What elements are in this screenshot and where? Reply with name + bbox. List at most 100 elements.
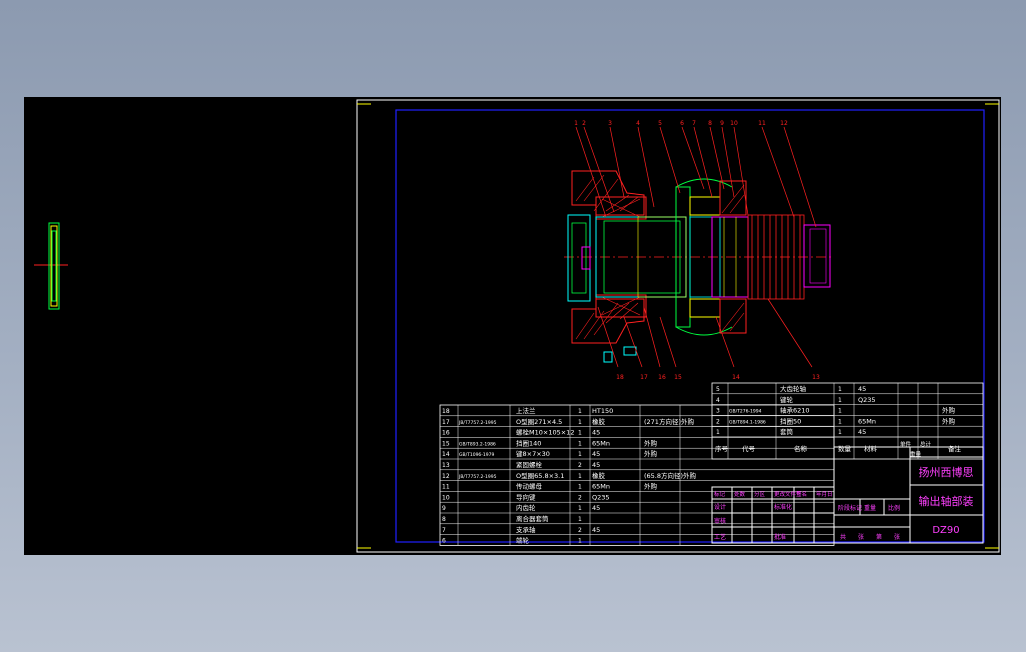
design-cell: 标准化 bbox=[774, 503, 792, 511]
bom-row-code: JB/T7757.2-1995 bbox=[458, 474, 497, 480]
callout-number: 9 bbox=[720, 120, 724, 127]
bom-row-no: 3 bbox=[716, 408, 720, 415]
stage-cell: 重量 bbox=[864, 504, 876, 512]
revision-cell: 分区 bbox=[754, 490, 766, 498]
bom-row-qty: 1 bbox=[838, 386, 842, 393]
bom-row-qty: 2 bbox=[578, 462, 582, 469]
bom-row-material: 45 bbox=[592, 461, 600, 469]
bom-header-material: 材料 bbox=[864, 444, 878, 453]
bom-row-material: HT150 bbox=[592, 407, 613, 415]
bom-row-material: 45 bbox=[592, 526, 600, 534]
bom-row-no: 10 bbox=[442, 494, 450, 501]
callout-number: 14 bbox=[732, 374, 740, 381]
bom-row-name: 传动螺母 bbox=[516, 482, 543, 491]
check-cell: 审核 bbox=[714, 517, 726, 525]
process-cell: 工艺 bbox=[714, 533, 726, 541]
bom-row-note: 外购 bbox=[644, 438, 658, 447]
callout-number: 16 bbox=[658, 374, 666, 381]
bom-row-material: 45 bbox=[592, 429, 600, 437]
bom-row-qty: 1 bbox=[578, 419, 582, 426]
bom-row-qty: 1 bbox=[578, 430, 582, 437]
callout-numbers-bottom: 18 17 16 15 14 13 bbox=[616, 374, 820, 381]
bom-row-qty: 1 bbox=[578, 484, 582, 491]
side-view-part bbox=[34, 222, 68, 310]
bom-row-no: 14 bbox=[442, 451, 450, 458]
revision-cell: 标记 bbox=[714, 490, 726, 498]
bom-row-material: Q235 bbox=[858, 396, 876, 404]
bom-row-name: 离合器套筒 bbox=[516, 514, 549, 523]
bom-row-no: 11 bbox=[442, 484, 450, 491]
bom-row-qty: 1 bbox=[578, 408, 582, 415]
bom-row-material: 橡胶 bbox=[592, 417, 606, 426]
bom-row-name: 上法兰 bbox=[516, 406, 536, 415]
bom-row-no: 1 bbox=[716, 429, 720, 436]
bom-row-qty: 1 bbox=[578, 451, 582, 458]
bom-row-note: (271方向径)外购 bbox=[644, 417, 694, 426]
bom-row-name: 大齿轮轴 bbox=[780, 384, 807, 393]
bom-header-no: 序号 bbox=[715, 444, 729, 453]
bom-row-qty: 1 bbox=[838, 429, 842, 436]
bom-row-material: 65Mn bbox=[858, 417, 876, 425]
drawing-title: 输出轴部装 bbox=[919, 494, 974, 508]
callout-number: 18 bbox=[616, 374, 624, 381]
callout-number: 2 bbox=[582, 120, 586, 127]
bom-header-qty: 数量 bbox=[838, 444, 852, 453]
bom-row-no: 2 bbox=[716, 418, 720, 425]
bom-row-no: 12 bbox=[442, 473, 450, 480]
bom-row-note: 外购 bbox=[942, 416, 956, 425]
process-row: 工艺 批准 bbox=[714, 533, 786, 541]
company-name: 扬州西博思 bbox=[919, 465, 974, 479]
bom-row-material: 45 bbox=[858, 428, 866, 436]
bom-header-code: 代号 bbox=[742, 444, 756, 453]
bom-row-qty: 2 bbox=[578, 494, 582, 501]
bom-row-code: GB/T1096-1979 bbox=[459, 452, 495, 458]
sheet-cell: 张 bbox=[858, 533, 864, 541]
bom-row-code: JB/T7757.2-1995 bbox=[458, 420, 497, 426]
bom-row-code: GB/T894.1-1986 bbox=[729, 419, 766, 425]
process-cell: 批准 bbox=[774, 533, 786, 541]
design-row: 设计 标准化 bbox=[714, 503, 792, 511]
bom-row-name: 套筒 bbox=[780, 427, 794, 436]
bom-row-material: 橡胶 bbox=[592, 471, 606, 480]
revision-cell: 签名 bbox=[796, 490, 807, 498]
assembly-section-view bbox=[564, 170, 834, 363]
bom-row-no: 6 bbox=[442, 538, 446, 545]
bom-row-name: 导向键 bbox=[516, 492, 536, 501]
callout-number: 13 bbox=[812, 374, 820, 381]
bom-row-material: 65Mn bbox=[592, 439, 610, 447]
cad-drawing[interactable]: 1 2 3 4 5 6 7 8 9 10 11 12 18 17 16 15 14 13 18 上法兰 1 HT150… bbox=[24, 97, 1001, 555]
callout-number: 12 bbox=[780, 120, 788, 127]
bom-row-no: 8 bbox=[442, 516, 446, 523]
bom-row-code: GB/T276-1994 bbox=[729, 409, 762, 415]
bom-row-name: 紧固螺栓 bbox=[516, 460, 543, 469]
callout-number: 10 bbox=[730, 120, 738, 127]
bom-row-material: 45 bbox=[592, 504, 600, 512]
design-cell: 设计 bbox=[714, 503, 726, 511]
bom-row-note: 外购 bbox=[942, 406, 956, 415]
bom-row-qty: 1 bbox=[578, 538, 582, 545]
bom-row-no: 16 bbox=[442, 430, 450, 437]
model-space-viewport[interactable]: 1 2 3 4 5 6 7 8 9 10 11 12 18 17 16 15 14 13 18 上法兰 1 HT150… bbox=[24, 97, 1001, 555]
revision-cell: 年月日 bbox=[816, 490, 833, 498]
sheet-cell: 第 bbox=[876, 533, 882, 541]
sheet-frame bbox=[356, 99, 1000, 553]
bom-row-name: 键8×7×30 bbox=[516, 449, 550, 458]
callout-number: 3 bbox=[608, 120, 612, 127]
bom-right-table: 5 大齿轮轴 1 45 4 键轮 1 Q235 3 GB/T276-1994 轴承6210 1 外购 2 G… bbox=[711, 382, 984, 460]
bom-row-no: 4 bbox=[716, 397, 720, 404]
callout-number: 17 bbox=[640, 374, 648, 381]
callout-number: 7 bbox=[692, 120, 696, 127]
bom-row-note: 外购 bbox=[644, 482, 658, 491]
callout-number: 8 bbox=[708, 120, 712, 127]
bom-row-qty: 1 bbox=[838, 408, 842, 415]
callout-number: 5 bbox=[658, 120, 662, 127]
bom-row-name: 内齿轮 bbox=[516, 503, 536, 512]
sheet-row: 共张第张 bbox=[840, 533, 900, 541]
bom-header-note: 备注 bbox=[948, 444, 962, 453]
bom-row-name: 挡圈50 bbox=[780, 416, 801, 425]
bom-row-name: 键轮 bbox=[780, 395, 794, 404]
bom-row-qty: 1 bbox=[838, 397, 842, 404]
bom-row-no: 5 bbox=[716, 386, 720, 393]
stage-cell: 阶段标记 bbox=[838, 504, 862, 512]
bom-row-material: 45 bbox=[592, 450, 600, 458]
